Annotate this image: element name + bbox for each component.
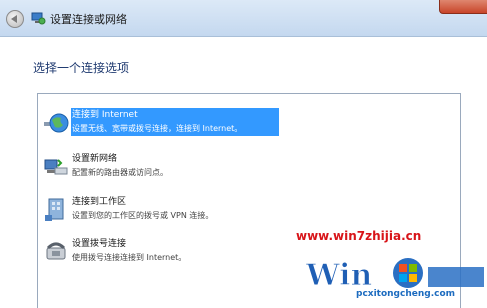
watermark-subtext: pcxitongcheng.com xyxy=(356,289,456,299)
option-title: 设置拨号连接 xyxy=(72,239,127,249)
option-title: 设置新网络 xyxy=(72,154,118,164)
globe-icon xyxy=(44,113,69,133)
back-button[interactable] xyxy=(6,10,24,28)
option-description: 配置新的路由器或访问点。 xyxy=(72,168,168,177)
svg-text:Win: Win xyxy=(305,258,373,293)
option-description: 使用拨号连接连接到 Internet。 xyxy=(72,253,187,262)
workplace-icon xyxy=(45,198,64,221)
phone-icon xyxy=(46,242,66,260)
option-connect-workplace[interactable]: 连接到工作区 设置到您的工作区的拨号或 VPN 连接。 xyxy=(41,195,281,225)
watermark-url: www.win7zhijia.cn xyxy=(296,229,422,243)
option-new-network[interactable]: 设置新网络 配置新的路由器或访问点。 xyxy=(41,152,281,182)
router-icon xyxy=(44,159,68,175)
close-button[interactable] xyxy=(439,0,487,14)
page-heading: 选择一个连接选项 xyxy=(33,61,130,75)
option-description: 设置无线、宽带或拨号连接，连接到 Internet。 xyxy=(72,124,243,133)
option-title: 连接到 Internet xyxy=(72,110,138,120)
window-title: 设置连接或网络 xyxy=(50,13,127,26)
option-description: 设置到您的工作区的拨号或 VPN 连接。 xyxy=(72,211,214,220)
option-connect-internet[interactable]: 连接到 Internet 设置无线、宽带或拨号连接，连接到 Internet。 xyxy=(41,108,281,138)
option-dialup[interactable]: 设置拨号连接 使用拨号连接连接到 Internet。 xyxy=(41,237,281,267)
network-icon xyxy=(31,12,46,25)
title-bar: 设置连接或网络 xyxy=(0,0,487,37)
option-title: 连接到工作区 xyxy=(72,197,127,207)
